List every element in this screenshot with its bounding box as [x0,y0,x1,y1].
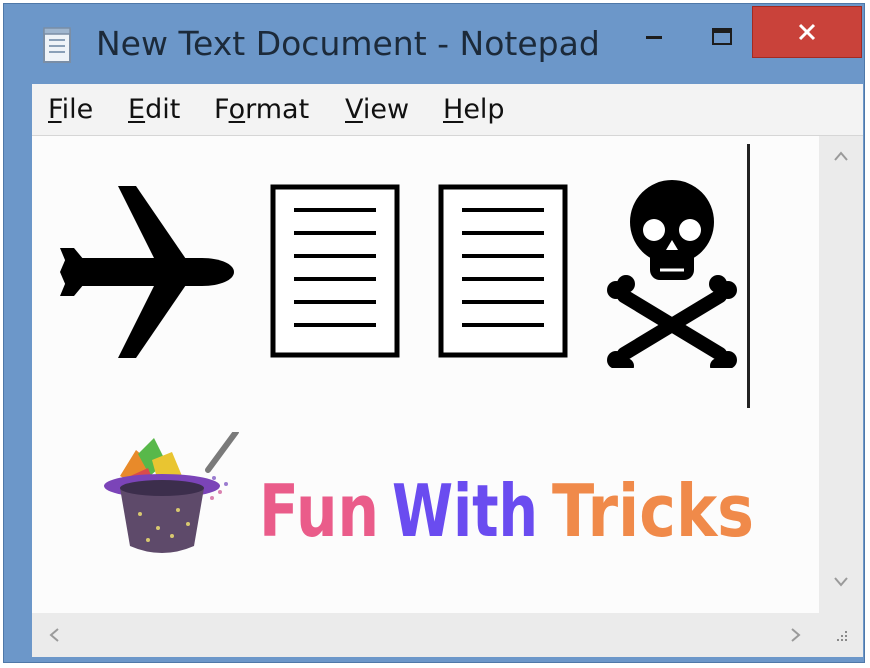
page-icon [270,184,400,358]
resize-grip[interactable] [819,613,863,657]
horizontal-scrollbar[interactable] [32,613,819,657]
menu-help-accel: H [443,94,464,125]
minimize-icon [646,36,662,39]
window-title: New Text Document - Notepad [96,24,600,63]
editor-area[interactable]: Fun With Tricks [32,136,863,657]
magic-hat-logo: Fun With Tricks [104,429,754,553]
vertical-scrollbar[interactable] [819,136,863,613]
page-icon [438,184,568,358]
resize-grip-icon [837,631,847,641]
fun-with-tricks-logo: Fun With Tricks [96,429,776,562]
title-bar[interactable]: New Text Document - Notepad [4,4,864,80]
notepad-window: New Text Document - Notepad File Edit Fo… [3,3,865,663]
scroll-right-icon[interactable] [790,627,802,643]
airplane-icon [60,186,234,358]
logo-word-tricks: Tricks [552,469,754,553]
close-icon [798,23,816,41]
scroll-left-icon[interactable] [48,627,60,643]
menu-file-accel: F [48,94,62,125]
menu-file[interactable]: File [48,94,93,125]
menu-format-accel: o [228,94,246,125]
minimize-button[interactable] [632,12,676,62]
menu-view[interactable]: View [345,94,409,125]
skull-crossbones-icon [607,180,737,368]
notepad-app-icon [43,27,71,63]
maximize-button[interactable] [700,12,744,62]
close-button[interactable] [752,6,862,58]
logo-word-with: With [392,469,538,553]
scroll-down-icon[interactable] [833,576,849,588]
menu-help[interactable]: Help [443,94,505,125]
maximize-icon [712,28,732,45]
menu-edit[interactable]: Edit [128,94,180,125]
menu-edit-accel: E [128,94,146,125]
menu-view-accel: V [345,94,363,125]
text-caret [747,144,750,408]
logo-word-fun: Fun [259,469,379,553]
menu-bar: File Edit Format View Help [32,84,863,136]
menu-format[interactable]: Format [214,94,309,125]
scroll-up-icon[interactable] [833,150,849,162]
text-content[interactable]: Fun With Tricks [32,136,819,613]
